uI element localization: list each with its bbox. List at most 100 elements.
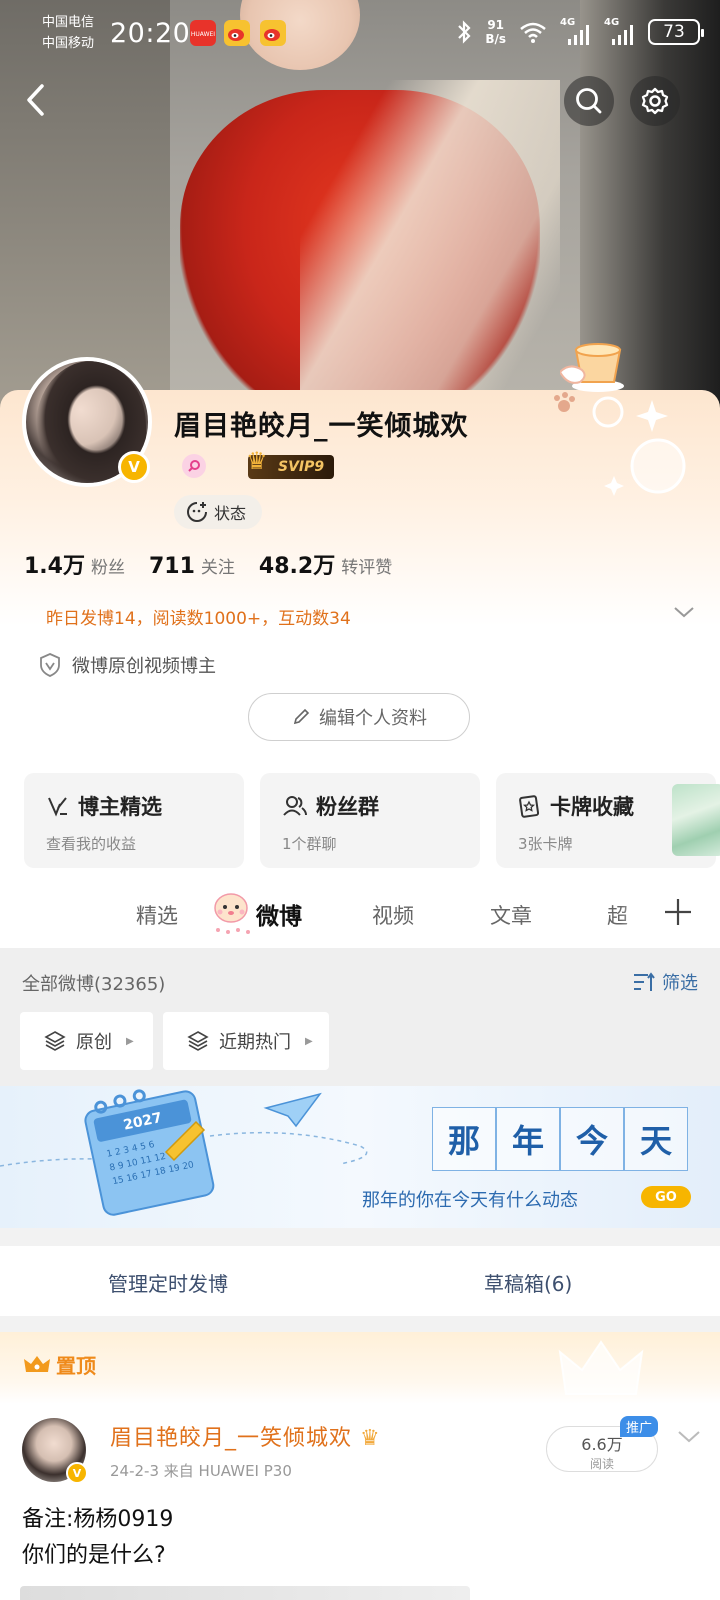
- pudding-decoration-icon: [560, 343, 624, 392]
- chevron-down-icon[interactable]: [672, 604, 696, 620]
- post-body[interactable]: 备注:杨杨0919 你们的是什么?: [22, 1502, 173, 1574]
- gear-icon: [641, 87, 669, 115]
- status-icons: 91 B/s 4G 4G 73: [455, 17, 704, 46]
- signal-1: 4G: [560, 17, 592, 45]
- profile-stats: 1.4万 粉丝 711 关注 48.2万 转评赞: [24, 548, 392, 580]
- section-divider: [0, 1228, 720, 1246]
- profile-tabs: 精选 微博 视频 文章 超: [0, 878, 720, 948]
- stat-number: 48.2万: [258, 554, 336, 579]
- stat-number: 711: [148, 554, 195, 579]
- settings-button[interactable]: [630, 76, 680, 126]
- status-button[interactable]: 状态: [174, 495, 263, 529]
- stat-interactions[interactable]: 48.2万 转评赞: [259, 548, 392, 580]
- battery-indicator: 73: [648, 19, 704, 45]
- profile-name: 眉目艳皎月_一笑倾城欢: [174, 411, 469, 442]
- pencil-icon: [293, 708, 310, 725]
- tab-featured[interactable]: 精选: [136, 900, 178, 930]
- banner-subtitle: 那年的你在今天有什么动态: [362, 1190, 578, 1211]
- verified-badge-icon: V: [66, 1462, 88, 1484]
- carrier-2: 中国移动: [42, 36, 95, 51]
- group-icon: [283, 796, 307, 816]
- huawei-app-icon: HUAWEI: [190, 20, 216, 46]
- title-char: 今: [560, 1107, 624, 1171]
- signal-2: 4G: [604, 17, 636, 45]
- stat-fans[interactable]: 1.4万 粉丝: [24, 548, 125, 580]
- feature-card-title: 卡牌收藏: [550, 795, 634, 819]
- search-icon: [576, 88, 602, 114]
- tab-fade: [620, 888, 650, 938]
- creator-v-icon: [48, 797, 67, 817]
- drafts-button[interactable]: 草稿箱(6): [484, 1268, 572, 1297]
- on-this-day-banner[interactable]: 2027 1 2 3 4 5 6 8 9 10 11 12 15 16 17 1…: [0, 1086, 720, 1228]
- caret-right-icon: ▶: [126, 1035, 134, 1047]
- add-status-icon: [187, 502, 207, 522]
- feature-cards: 博主精选 查看我的收益 粉丝群 1个群聊 卡牌收藏 3张卡牌: [24, 773, 716, 868]
- title-char: 年: [496, 1107, 560, 1171]
- mascot-icon: [214, 893, 250, 934]
- stat-label: 转评赞: [341, 558, 393, 578]
- shield-icon: [40, 653, 60, 677]
- weibo-icon: [260, 20, 286, 46]
- net-speed-value: 91: [487, 18, 505, 32]
- tab-video[interactable]: 视频: [372, 900, 414, 930]
- feature-card-title: 粉丝群: [316, 795, 379, 819]
- feature-card-fan-group[interactable]: 粉丝群 1个群聊: [260, 773, 480, 868]
- search-badge-icon[interactable]: [182, 454, 206, 478]
- stat-label: 关注: [200, 558, 235, 578]
- filter-button[interactable]: 筛选: [632, 969, 698, 995]
- wifi-icon: [520, 22, 546, 43]
- card-collection-icon: [519, 795, 540, 818]
- svg-text:HUAWEI: HUAWEI: [191, 31, 215, 38]
- all-posts-count: 全部微博(32365): [22, 974, 166, 995]
- search-button[interactable]: [564, 76, 614, 126]
- promote-badge[interactable]: 推广: [620, 1416, 659, 1437]
- chip-label: 原创: [76, 1032, 112, 1053]
- crown-icon: ♛: [246, 447, 268, 475]
- card-thumbnail-image[interactable]: [672, 784, 720, 856]
- filter-label: 筛选: [662, 973, 698, 994]
- back-button[interactable]: [18, 80, 58, 120]
- pinned-text: 置顶: [56, 1354, 96, 1378]
- feature-card-creator-picks[interactable]: 博主精选 查看我的收益: [24, 773, 244, 868]
- post-author-name[interactable]: 眉目艳皎月_一笑倾城欢 ♛: [110, 1420, 381, 1452]
- title-char: 那: [432, 1107, 496, 1171]
- chip-recent-hot[interactable]: 近期热门 ▶: [163, 1012, 329, 1070]
- yesterday-summary[interactable]: 昨日发博14，阅读数1000+，互动数34: [46, 604, 351, 629]
- stat-following[interactable]: 711 关注: [149, 553, 235, 579]
- tab-articles[interactable]: 文章: [490, 900, 532, 930]
- reads-label: 阅读: [589, 1457, 614, 1471]
- feature-card-title: 博主精选: [78, 795, 162, 819]
- stat-label: 粉丝: [90, 558, 125, 578]
- crown-watermark-icon: [558, 1340, 644, 1395]
- post-author-name-text: 眉目艳皎月_一笑倾城欢: [110, 1426, 353, 1451]
- go-button[interactable]: GO: [641, 1186, 691, 1208]
- edit-profile-button[interactable]: 编辑个人资料: [248, 693, 470, 741]
- vip-crown-icon: ♛: [360, 1426, 381, 1451]
- edit-profile-label: 编辑个人资料: [319, 708, 427, 729]
- svip-badge[interactable]: ♛ SVIP9: [246, 449, 335, 479]
- carrier-labels: 中国电信 中国移动: [42, 12, 94, 54]
- post-text-line: 备注:杨杨0919: [22, 1507, 174, 1532]
- post-text-line: 你们的是什么?: [22, 1543, 166, 1568]
- pinned-header: [0, 1332, 720, 1404]
- feature-card-sub: 查看我的收益: [46, 835, 137, 853]
- stat-number: 1.4万: [24, 554, 85, 579]
- pinned-label: 置顶: [24, 1350, 96, 1379]
- crown-icon: [24, 1355, 50, 1372]
- verified-badge-icon: V: [118, 451, 150, 483]
- cover-veil: [300, 80, 560, 410]
- paw-bubble-decoration-icon: [554, 392, 686, 496]
- caret-right-icon: ▶: [305, 1035, 313, 1047]
- creator-tag[interactable]: 微博原创视频博主: [38, 652, 216, 678]
- chevron-down-icon[interactable]: [676, 1428, 702, 1446]
- scheduled-posts-button[interactable]: 管理定时发博: [108, 1268, 228, 1297]
- tab-weibo[interactable]: 微博: [256, 897, 302, 931]
- post-image[interactable]: [20, 1586, 470, 1600]
- chip-original[interactable]: 原创 ▶: [20, 1012, 153, 1070]
- plus-icon[interactable]: [662, 896, 694, 928]
- on-this-day-title: 那 年 今 天: [432, 1107, 688, 1171]
- filter-icon: [634, 972, 655, 991]
- back-icon: [27, 84, 44, 116]
- title-char: 天: [624, 1107, 688, 1171]
- net-speed-unit: B/s: [485, 32, 506, 46]
